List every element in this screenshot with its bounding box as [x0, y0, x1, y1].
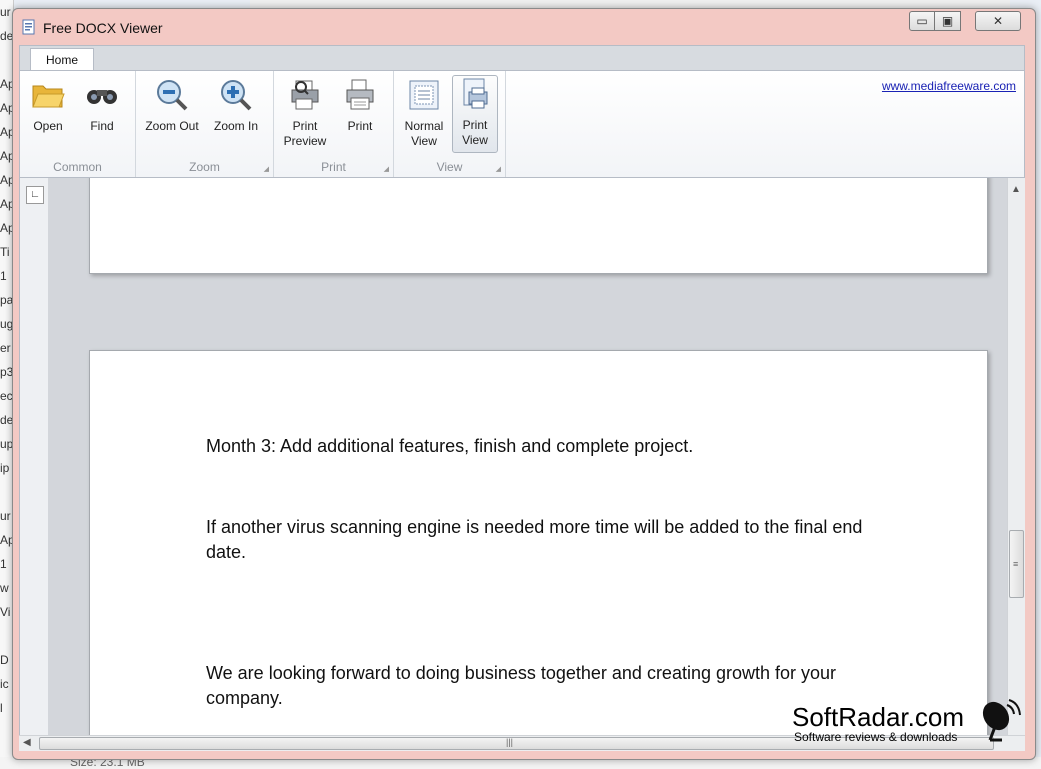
- zoom-out-icon: [157, 80, 188, 111]
- ruler-pane: [20, 178, 48, 735]
- watermark-subtitle: Software reviews & downloads: [794, 730, 958, 744]
- normal-view-label-2: View: [411, 134, 437, 148]
- zoom-in-label: Zoom In: [213, 119, 258, 133]
- print-view-icon: [463, 78, 488, 109]
- folder-icon: [32, 85, 65, 108]
- group-zoom: Zoom Out Zoom In Zoom ◢: [136, 71, 274, 177]
- print-preview-icon: [291, 80, 319, 110]
- scroll-up-icon[interactable]: ▲: [1011, 184, 1021, 195]
- ribbon: Open Find Common Zoom Out Zoom In Zoom ◢…: [19, 70, 1025, 178]
- ruler-toggle-button[interactable]: ∟: [26, 186, 44, 204]
- window-title: Free DOCX Viewer: [43, 20, 163, 36]
- printer-icon: [346, 79, 374, 110]
- view-launcher-icon[interactable]: ◢: [496, 165, 501, 173]
- document-area[interactable]: ∟ Month 3: Add additional features, fini…: [19, 178, 1025, 735]
- app-window: Free DOCX Viewer ▭ ▣ ✕ Home Open Find Co…: [12, 8, 1036, 760]
- find-label: Find: [90, 119, 114, 133]
- print-preview-label-2: Preview: [283, 134, 327, 148]
- zoom-in-icon: [221, 80, 252, 111]
- group-view: Normal View Print View View ◢: [394, 71, 506, 177]
- document-paragraph: If another virus scanning engine is need…: [206, 517, 863, 562]
- group-common-label: Common: [53, 160, 102, 174]
- satellite-dish-icon: [982, 699, 1021, 742]
- title-bar[interactable]: Free DOCX Viewer ▭ ▣ ✕: [13, 9, 1035, 45]
- vertical-scroll-thumb[interactable]: ≡: [1009, 530, 1024, 598]
- minimize-button[interactable]: ▭: [909, 11, 935, 31]
- print-view-button[interactable]: Print View: [452, 75, 498, 153]
- scroll-left-icon[interactable]: ◀: [23, 737, 31, 748]
- print-launcher-icon[interactable]: ◢: [384, 165, 389, 173]
- ribbon-tab-bar: Home: [19, 45, 1025, 73]
- open-button[interactable]: Open: [26, 77, 70, 153]
- softradar-watermark: SoftRadar.com Software reviews & downloa…: [784, 699, 1034, 752]
- document-paragraph: Month 3: Add additional features, finish…: [206, 436, 694, 456]
- zoom-out-label: Zoom Out: [145, 119, 199, 133]
- print-preview-button[interactable]: Print Preview: [280, 77, 330, 153]
- document-paragraph: We are looking forward to doing business…: [206, 663, 837, 708]
- zoom-launcher-icon[interactable]: ◢: [264, 165, 269, 173]
- group-view-label: View: [436, 160, 463, 174]
- watermark-title: SoftRadar.com: [792, 702, 964, 732]
- close-button[interactable]: ✕: [975, 11, 1021, 31]
- group-zoom-label: Zoom: [189, 160, 220, 174]
- normal-view-icon: [409, 80, 439, 110]
- zoom-in-button[interactable]: Zoom In: [208, 77, 264, 153]
- document-page: Month 3: Add additional features, finish…: [89, 350, 988, 735]
- group-print: Print Preview Print Print ◢: [274, 71, 394, 177]
- group-common: Open Find Common: [20, 71, 136, 177]
- vertical-scrollbar[interactable]: ▲ ≡: [1007, 178, 1025, 735]
- print-button[interactable]: Print: [338, 77, 382, 153]
- print-view-label-2: View: [462, 133, 488, 147]
- print-view-label-1: Print: [462, 118, 488, 132]
- print-label: Print: [347, 119, 373, 133]
- maximize-button[interactable]: ▣: [935, 11, 961, 31]
- find-button[interactable]: Find: [80, 77, 124, 153]
- binoculars-icon: [87, 90, 117, 104]
- group-print-label: Print: [321, 160, 346, 174]
- website-link[interactable]: www.mediafreeware.com: [882, 79, 1016, 93]
- open-label: Open: [33, 119, 63, 133]
- normal-view-label-1: Normal: [404, 119, 444, 133]
- print-preview-label-1: Print: [292, 119, 318, 133]
- grip-icon: |||: [506, 737, 514, 747]
- maximize-icon: ▣: [941, 14, 954, 28]
- zoom-out-button[interactable]: Zoom Out: [142, 77, 202, 153]
- minimize-icon: ▭: [916, 14, 928, 28]
- document-page-previous: [89, 178, 988, 274]
- grip-icon: ≡: [1013, 559, 1019, 569]
- app-icon: [22, 19, 35, 35]
- normal-view-button[interactable]: Normal View: [400, 77, 448, 153]
- close-icon: ✕: [992, 14, 1004, 28]
